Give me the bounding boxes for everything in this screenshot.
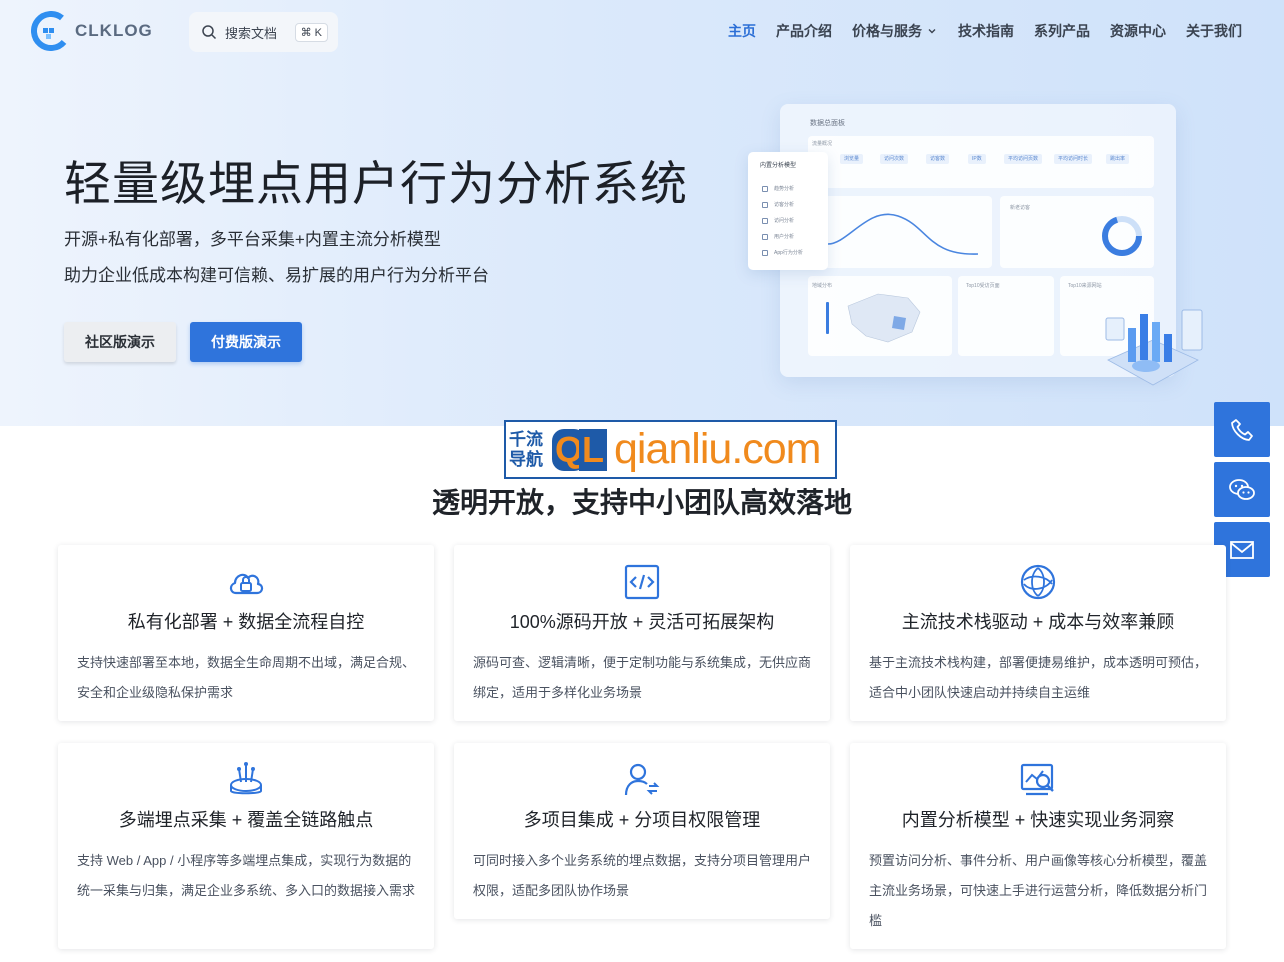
feature-card-desc: 预置访问分析、事件分析、用户画像等核心分析模型，覆盖主流业务场景，可快速上手进行… — [869, 853, 1208, 928]
nav-item-pricing-label: 价格与服务 — [852, 23, 922, 39]
visitor-icon — [762, 201, 768, 208]
trend-chart-panel — [808, 196, 992, 268]
menu-item-user-label: 用户分析 — [774, 234, 795, 240]
nav-item-series[interactable]: 系列产品 — [1034, 21, 1090, 41]
watermark-ql-mark: Q L — [552, 426, 612, 474]
nav-item-tech-guide[interactable]: 技术指南 — [958, 21, 1014, 41]
menu-item-visitor-label: 访客分析 — [774, 202, 795, 208]
feature-card-desc: 支持快速部署至本地，数据全生命周期不出域，满足合规、安全和企业级隐私保护需求 — [77, 655, 416, 700]
top-pages-label: Top10受访页面 — [966, 283, 1000, 289]
feature-card-desc: 支持 Web / App / 小程序等多端埋点集成，实现行为数据的统一采集与归集… — [77, 853, 416, 898]
search-placeholder: 搜索文档 — [225, 25, 278, 41]
trend-line-chart — [827, 213, 979, 255]
tech-stack-icon — [1020, 564, 1056, 600]
watermark-cn-line2: 导航 — [509, 449, 543, 469]
chip-avg-duration: 平均访问时长 — [1054, 154, 1093, 164]
nav-item-products[interactable]: 产品介绍 — [776, 21, 832, 41]
feature-card-title: 内置分析模型 + 快速实现业务洞察 — [901, 810, 1175, 830]
paid-demo-button[interactable]: 付费版演示 — [190, 322, 302, 362]
top-sources-label: Top10来源网站 — [1068, 283, 1102, 289]
menu-item-visitor: 访客分析 — [762, 201, 794, 208]
traffic-overview-panel: 流量概况 浏览量 访问次数 访客数 IP数 平均访问页数 平均访问时长 跳出率 — [808, 136, 1154, 188]
dashboard-title: 数据总面板 — [810, 120, 845, 127]
logo-icon — [31, 11, 71, 51]
new-old-visitors-panel: 新老访客 — [1000, 196, 1154, 268]
main-nav: 主页 产品介绍 价格与服务 技术指南 系列产品 资源中心 关于我们 — [728, 21, 1242, 41]
menu-item-app-label: App行为分析 — [774, 250, 803, 256]
menu-item-app: App行为分析 — [762, 249, 803, 256]
search-box[interactable]: 搜索文档 ⌘ K — [189, 12, 338, 52]
phone-icon — [1231, 418, 1253, 441]
nav-item-home[interactable]: 主页 — [728, 21, 756, 41]
feature-card: 100%源码开放 + 灵活可拓展架构 源码可查、逻辑清晰，便于定制功能与系统集成… — [454, 545, 830, 721]
region-label: 地域分布 — [812, 283, 833, 289]
analysis-model-menu: 内置分析模型 趋势分析 访客分析 访问分析 用户分析 App行为分析 — [748, 152, 828, 270]
app-icon — [762, 249, 768, 256]
top-pages-panel: Top10受访页面 — [958, 276, 1054, 356]
menu-item-visit: 访问分析 — [762, 217, 794, 224]
chevron-down-icon — [928, 29, 936, 34]
hero-subtitle-2: 助力企业低成本构建可信赖、易扩展的用户行为分析平台 — [64, 266, 489, 285]
chip-visits: 访问次数 — [880, 154, 909, 164]
analysis-menu-title: 内置分析模型 — [760, 163, 797, 169]
watermark-logo: 千流 导航 Q L qianliu.com — [504, 420, 837, 479]
chip-bounce: 跳出率 — [1106, 154, 1130, 164]
feature-card-title: 多项目集成 + 分项目权限管理 — [523, 810, 761, 830]
multi-collect-icon — [230, 762, 262, 795]
hero-section: CLKLOG 搜索文档 ⌘ K 主页 产品介绍 价格与服务 技术指南 系列产品 … — [0, 0, 1284, 426]
feature-card: 内置分析模型 + 快速实现业务洞察 预置访问分析、事件分析、用户画像等核心分析模… — [850, 743, 1226, 949]
feature-card-desc: 源码可查、逻辑清晰，便于定制功能与系统集成，无供应商绑定，适用于多样化业务场景 — [473, 655, 812, 700]
nav-item-resources[interactable]: 资源中心 — [1110, 21, 1166, 41]
feature-card: 私有化部署 + 数据全流程自控 支持快速部署至本地，数据全生命周期不出域，满足合… — [58, 545, 434, 721]
hero-subtitle-1: 开源+私有化部署，多平台采集+内置主流分析模型 — [64, 230, 441, 249]
3d-chart-illustration — [1105, 309, 1203, 386]
feature-card-title: 私有化部署 + 数据全流程自控 — [127, 612, 365, 632]
feature-card-desc: 基于主流技术栈构建，部署便捷易维护，成本透明可预估，适合中小团队快速启动并持续自… — [869, 655, 1208, 700]
trend-icon — [762, 185, 768, 192]
hero-title: 轻量级埋点用户行为分析系统 — [64, 157, 688, 210]
watermark-cn-line1: 千流 — [509, 429, 543, 449]
overview-label: 流量概况 — [812, 141, 833, 147]
feature-card-title: 100%源码开放 + 灵活可拓展架构 — [509, 612, 775, 632]
section-title: 透明开放，支持中小团队高效落地 — [431, 487, 852, 518]
cloud-lock-icon — [229, 573, 264, 595]
chip-pv: 浏览量 — [840, 154, 864, 164]
nav-item-about[interactable]: 关于我们 — [1186, 21, 1242, 41]
watermark-l: L — [579, 428, 607, 471]
chip-ip: IP数 — [968, 154, 986, 164]
menu-item-user: 用户分析 — [762, 233, 794, 240]
feature-card: 多项目集成 + 分项目权限管理 可同时接入多个业务系统的埋点数据，支持分项目管理… — [454, 743, 830, 919]
feature-card: 多端埋点采集 + 覆盖全链路触点 支持 Web / App / 小程序等多端埋点… — [58, 743, 434, 949]
menu-item-visit-label: 访问分析 — [774, 218, 795, 224]
watermark-url: qianliu.com — [614, 425, 821, 473]
feature-card: 主流技术栈驱动 + 成本与效率兼顾 基于主流技术栈构建，部署便捷易维护，成本透明… — [850, 545, 1226, 721]
community-demo-button[interactable]: 社区版演示 — [64, 322, 176, 362]
mail-icon — [1230, 540, 1254, 559]
logo-text: CLKLOG — [75, 21, 153, 40]
watermark-cn: 千流 导航 — [506, 430, 552, 470]
search-icon — [202, 25, 217, 40]
chip-uv: 访客数 — [926, 154, 950, 164]
search-shortcut: ⌘ K — [294, 22, 328, 42]
logo[interactable]: CLKLOG — [31, 11, 153, 51]
menu-item-trend: 趋势分析 — [762, 185, 794, 192]
user-permission-icon — [624, 763, 660, 796]
new-old-label: 新老访客 — [1010, 205, 1031, 211]
feature-card-desc: 可同时接入多个业务系统的埋点数据，支持分项目管理用户权限，适配多团队协作场景 — [473, 853, 812, 898]
region-panel: 地域分布 — [808, 276, 952, 356]
nav-item-pricing[interactable]: 价格与服务 — [852, 21, 938, 41]
user-icon — [762, 233, 768, 240]
code-icon — [624, 564, 660, 600]
menu-item-trend-label: 趋势分析 — [774, 186, 795, 192]
chip-avg-pages: 平均访问页数 — [1004, 154, 1043, 164]
phone-contact-button[interactable] — [1214, 402, 1270, 457]
feature-card-title: 多端埋点采集 + 覆盖全链路触点 — [118, 810, 374, 830]
analysis-model-icon — [1020, 763, 1054, 796]
visit-icon — [762, 217, 768, 224]
feature-card-title: 主流技术栈驱动 + 成本与效率兼顾 — [901, 612, 1175, 632]
